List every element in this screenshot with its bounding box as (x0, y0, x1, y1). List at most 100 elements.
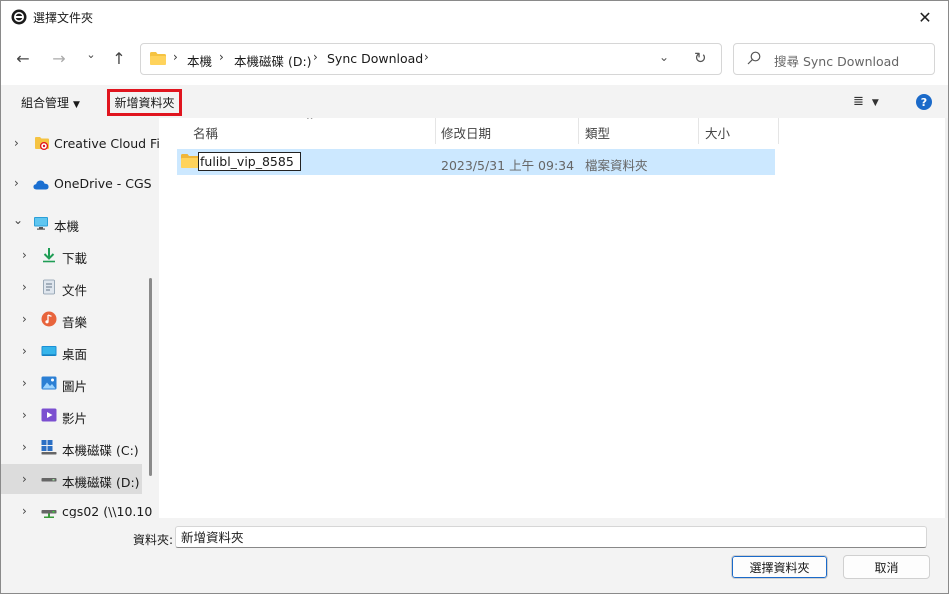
chevron-right-icon[interactable]: › (14, 176, 19, 190)
chevron-right-icon[interactable]: › (22, 248, 27, 262)
column-header-size[interactable]: 大小 (705, 123, 730, 149)
breadcrumb-drive-d[interactable]: 本機磁碟 (D:) (234, 51, 312, 70)
sidebar-item-label: Creative Cloud Files (54, 136, 159, 151)
select-folder-label: 選擇資料夾 (749, 560, 810, 575)
column-divider[interactable] (698, 118, 699, 144)
sidebar-item-label: cgs02 (\\10.10 (62, 504, 153, 518)
navigation-bar: ← → ⌄ ↑ › 本機 › 本機磁碟 (D:) › Sync Download… (1, 33, 948, 85)
dialog-footer: 資料夾: 新增資料夾 選擇資料夾 取消 (1, 518, 948, 593)
sidebar-item-desktop[interactable]: › 桌面 (1, 336, 142, 366)
download-icon (43, 248, 55, 263)
breadcrumb-separator: › (219, 50, 224, 64)
folder-picker-dialog: 選擇文件夾 ✕ ← → ⌄ ↑ › 本機 › 本機磁碟 (D:) › Sync … (0, 0, 949, 594)
onedrive-icon (33, 180, 49, 190)
new-folder-button[interactable]: 新增資料夾 (107, 89, 182, 116)
list-view-icon: ≣ (853, 94, 864, 109)
chevron-right-icon[interactable]: › (22, 440, 27, 454)
select-folder-button[interactable]: 選擇資料夾 (731, 555, 828, 579)
sidebar-item-documents[interactable]: › 文件 (1, 272, 142, 302)
chevron-right-icon[interactable]: › (22, 504, 27, 518)
search-box[interactable]: 搜尋 Sync Download (733, 43, 935, 75)
sidebar-item-label: 本機磁碟 (D:) (62, 475, 140, 490)
sidebar-item-label: 桌面 (62, 347, 88, 362)
desktop-icon (41, 346, 57, 356)
help-button[interactable]: ? (916, 94, 932, 110)
sidebar-item-this-pc[interactable]: ⌄ 本機 (1, 208, 142, 238)
chevron-right-icon[interactable]: › (22, 344, 27, 358)
caret-down-icon: ▼ (871, 98, 879, 108)
close-button[interactable]: ✕ (902, 1, 948, 33)
sidebar-item-downloads[interactable]: › 下載 (1, 240, 142, 270)
chevron-right-icon[interactable]: › (22, 280, 27, 294)
sidebar-item-creative-cloud[interactable]: › Creative Cloud Files (1, 128, 159, 158)
column-header-modified[interactable]: 修改日期 (441, 123, 491, 149)
content-scrollbar[interactable] (945, 118, 948, 518)
sidebar-item-music[interactable]: › 音樂 (1, 304, 142, 334)
forward-button[interactable]: → (49, 48, 69, 68)
computer-icon (34, 217, 48, 230)
column-header-name[interactable]: 名稱 (193, 123, 218, 149)
window-title: 選擇文件夾 (33, 11, 94, 25)
chevron-down-icon: ⌄ (86, 47, 96, 61)
music-icon (41, 311, 57, 327)
sidebar-item-label: 影片 (62, 411, 88, 426)
cancel-label: 取消 (874, 560, 899, 575)
sidebar-item-label: 下載 (62, 251, 88, 266)
up-button[interactable]: ↑ (109, 48, 129, 68)
sidebar-item-onedrive[interactable]: › OneDrive - CGS (1, 168, 152, 198)
chevron-right-icon[interactable]: › (22, 376, 27, 390)
recent-locations-button[interactable]: ⌄ (81, 44, 101, 64)
drive-icon (41, 478, 57, 482)
back-button[interactable]: ← (13, 48, 33, 68)
column-divider[interactable] (435, 118, 436, 144)
sidebar-item-drive-c[interactable]: › 本機磁碟 (C:) (1, 432, 142, 462)
address-bar[interactable]: › 本機 › 本機磁碟 (D:) › Sync Download › ⌄ ↻ (140, 43, 722, 75)
folder-field-label: 資料夾: (133, 533, 174, 547)
chevron-right-icon[interactable]: › (22, 408, 27, 422)
sidebar-item-label: 文件 (62, 283, 88, 298)
column-header-label: 名稱 (193, 126, 219, 141)
table-row[interactable]: fulibl_vip_8585 2023/5/31 上午 09:34 檔案資料夾 (177, 149, 775, 175)
cancel-button[interactable]: 取消 (843, 555, 930, 579)
rename-input[interactable]: fulibl_vip_8585 (198, 152, 301, 171)
documents-icon (43, 279, 55, 295)
breadcrumb-sync-download[interactable]: Sync Download (327, 51, 423, 66)
refresh-icon[interactable]: ↻ (694, 49, 707, 67)
organize-menu-button[interactable]: 組合管理 ▼ (21, 94, 80, 111)
folder-name-input[interactable]: 新增資料夾 (175, 526, 927, 548)
column-divider[interactable] (578, 118, 579, 144)
column-divider[interactable] (778, 118, 779, 144)
arrow-right-icon: → (52, 48, 66, 68)
folder-icon (150, 52, 166, 65)
file-list: 名稱 ^ 修改日期 類型 大小 fulibl_vip_8585 2023/5/3… (159, 118, 945, 518)
chevron-down-icon[interactable]: ⌄ (13, 213, 23, 227)
breadcrumb-separator: › (313, 50, 318, 64)
title-bar: 選擇文件夾 ✕ (1, 1, 948, 33)
sidebar-item-network-drive[interactable]: › cgs02 (\\10.10 (1, 496, 152, 518)
sidebar-item-pictures[interactable]: › 圖片 (1, 368, 142, 398)
command-bar: 組合管理 ▼ 新增資料夾 ≣ ▼ ? (1, 85, 948, 118)
column-header-type[interactable]: 類型 (585, 123, 610, 149)
file-modified: 2023/5/31 上午 09:34 (441, 158, 575, 173)
column-header-label: 類型 (585, 126, 611, 141)
app-icon (11, 9, 27, 25)
caret-down-icon: ▼ (73, 100, 80, 110)
column-header-label: 修改日期 (441, 126, 492, 141)
videos-icon (41, 408, 57, 422)
sidebar-item-label: OneDrive - CGS (54, 176, 152, 191)
sidebar-item-videos[interactable]: › 影片 (1, 400, 142, 430)
sidebar-item-drive-d[interactable]: › 本機磁碟 (D:) (1, 464, 142, 494)
chevron-right-icon[interactable]: › (14, 136, 19, 150)
address-dropdown-icon[interactable]: ⌄ (659, 50, 669, 64)
sidebar-item-label: 本機 (54, 219, 80, 234)
search-placeholder: 搜尋 Sync Download (774, 54, 900, 69)
organize-label: 組合管理 (21, 96, 70, 110)
navigation-scrollbar[interactable] (149, 278, 152, 476)
breadcrumb-separator: › (173, 50, 178, 64)
breadcrumb-separator: › (424, 50, 429, 64)
breadcrumb-this-pc[interactable]: 本機 (187, 51, 212, 70)
windows-drive-icon (41, 440, 57, 455)
chevron-right-icon[interactable]: › (22, 312, 27, 326)
view-options-button[interactable]: ≣ ▼ (853, 94, 879, 109)
chevron-right-icon[interactable]: › (22, 472, 27, 486)
